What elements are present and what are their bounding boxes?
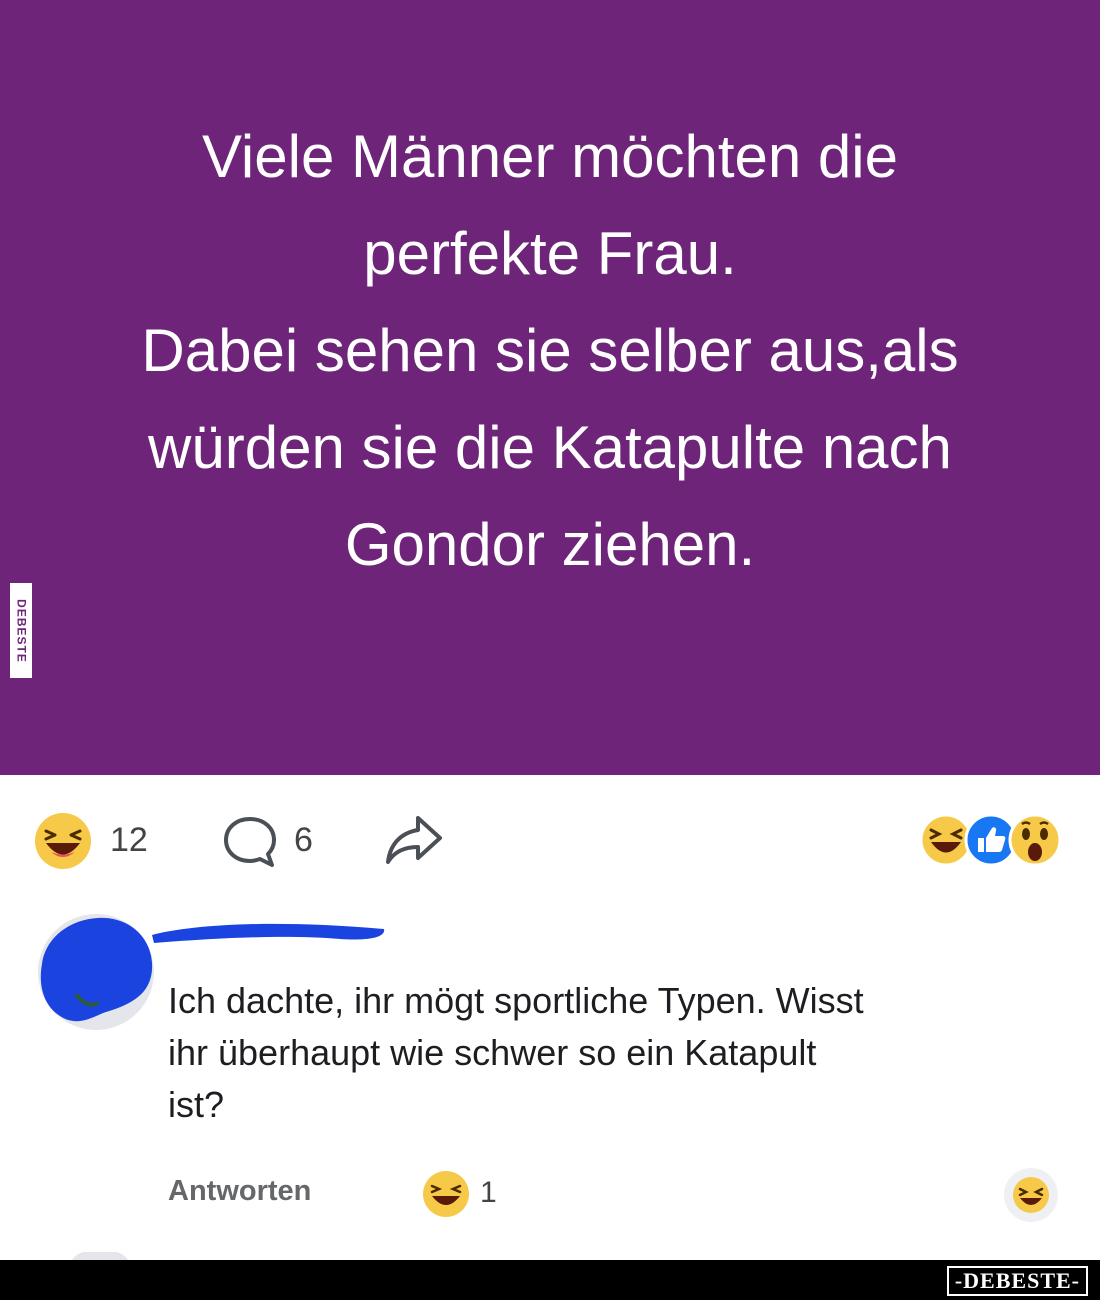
post-quote-line: Dabei sehen sie selber aus,als	[141, 317, 959, 384]
share-arrow-icon[interactable]	[384, 812, 444, 868]
comment-reaction-count: 1	[480, 1176, 497, 1209]
comment-count: 6	[294, 821, 313, 859]
reaction-count: 12	[110, 821, 148, 859]
post-card: Viele Männer möchten die perfekte Frau. …	[0, 0, 1100, 775]
reply-button[interactable]: Antworten	[168, 1173, 311, 1209]
react-button[interactable]	[1004, 1168, 1058, 1222]
post-quote-line: perfekte Frau.	[363, 220, 737, 287]
reaction-summary[interactable]	[920, 812, 1062, 868]
laughing-emoji-icon	[1013, 1177, 1049, 1213]
laughing-emoji-icon	[422, 1170, 470, 1218]
side-watermark-text: DEBESTE	[14, 599, 29, 663]
post-quote-text: Viele Männer möchten die perfekte Frau. …	[40, 108, 1060, 593]
post-quote-line: Viele Männer möchten die	[202, 123, 898, 190]
footer-bar: -DEBESTE-	[0, 1260, 1100, 1300]
comment-bubble-icon[interactable]	[222, 814, 278, 870]
comment-text-line: ist?	[168, 1084, 225, 1125]
comment-text-line: Ich dachte, ihr mögt sportliche Typen. W…	[168, 980, 864, 1021]
commenter-name-redacted	[150, 913, 386, 947]
post-quote-line: würden sie die Katapulte nach	[148, 414, 952, 481]
haha-reaction-icon	[920, 813, 973, 867]
comment-text: Ich dachte, ihr mögt sportliche Typen. W…	[168, 975, 1068, 1131]
side-watermark: DEBESTE	[10, 583, 32, 678]
footer-watermark: -DEBESTE-	[946, 1266, 1088, 1296]
post-quote-line: Gondor ziehen.	[344, 511, 756, 578]
wow-reaction-icon	[1008, 813, 1062, 867]
laughing-emoji-icon[interactable]	[34, 812, 92, 870]
user-avatar-icon[interactable]	[36, 912, 156, 1032]
comment-text-line: ihr überhaupt wie schwer so ein Katapult	[168, 1032, 817, 1073]
